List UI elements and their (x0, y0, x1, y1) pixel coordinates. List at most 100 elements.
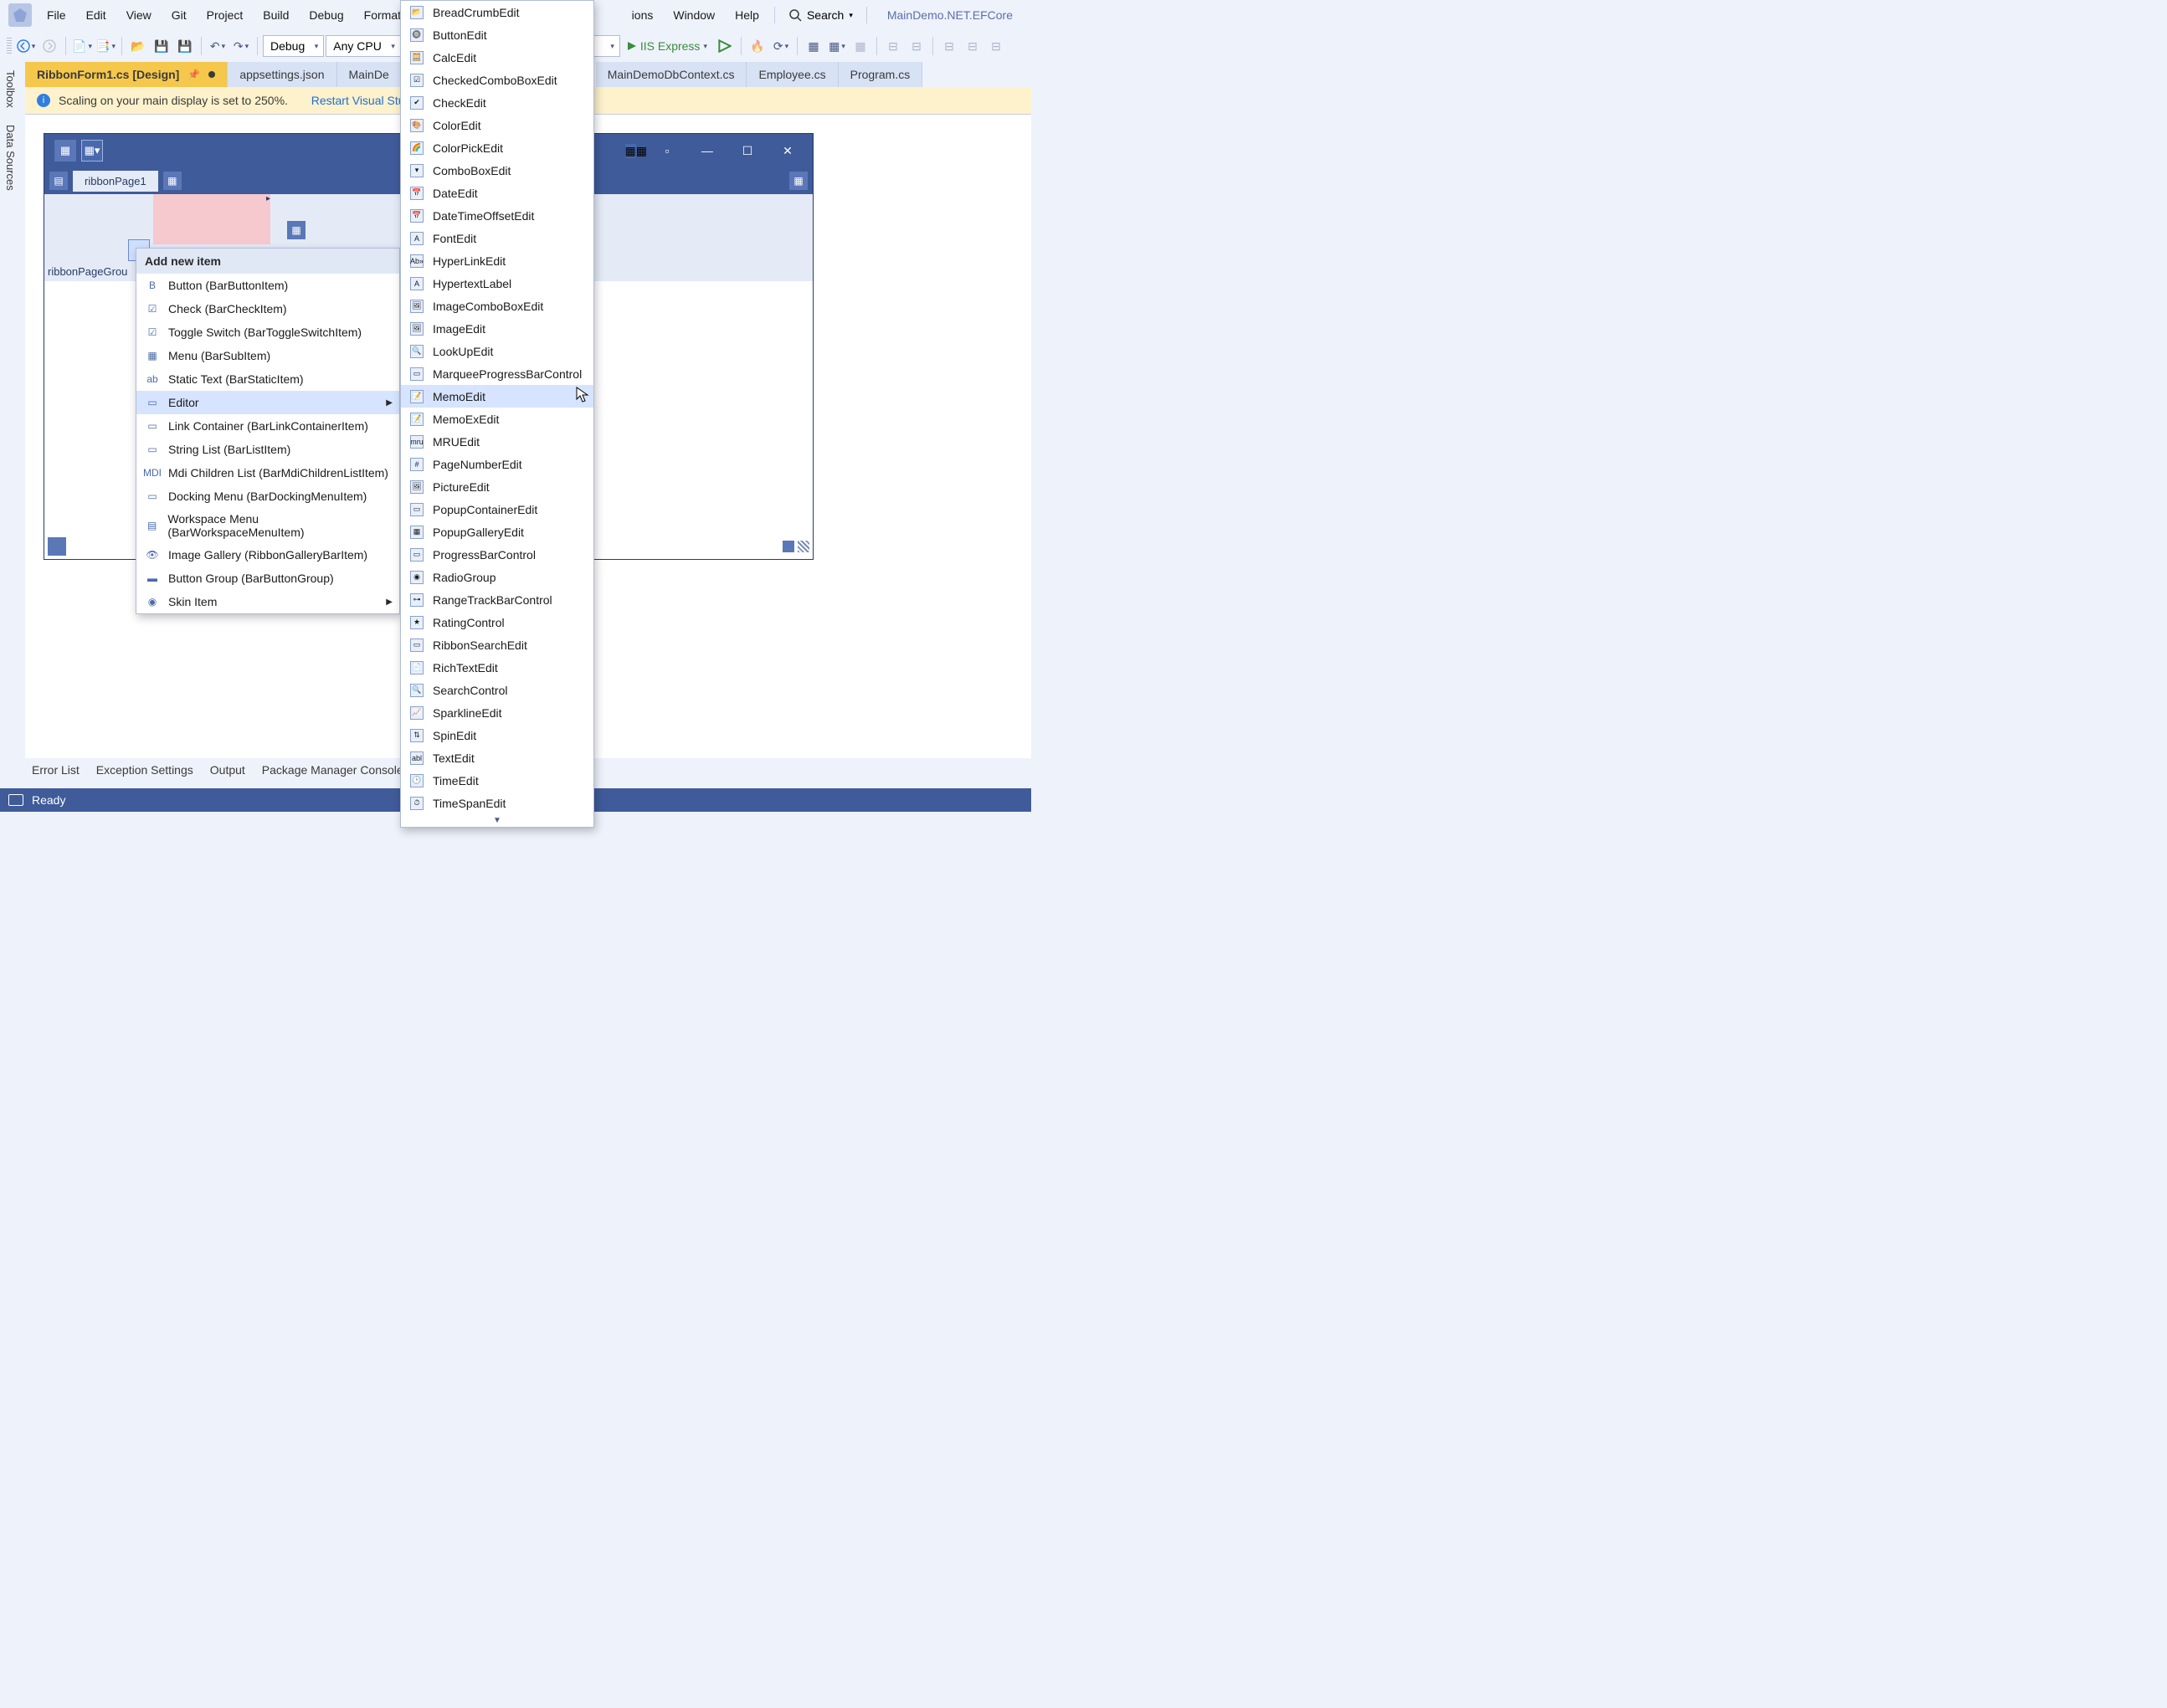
editor-item-fontedit[interactable]: AFontEdit (401, 227, 593, 249)
editor-item-pictureedit[interactable]: 🖼PictureEdit (401, 475, 593, 498)
ctx-item-link[interactable]: ▭Link Container (BarLinkContainerItem) (136, 414, 399, 438)
tab-exception-settings[interactable]: Exception Settings (96, 763, 193, 777)
editor-item-pagenumberedit[interactable]: #PageNumberEdit (401, 453, 593, 475)
editor-item-radiogroup[interactable]: ◉RadioGroup (401, 566, 593, 588)
ribbon-corner-icon[interactable]: ▦ (789, 172, 808, 190)
refresh-button[interactable]: ⟳ (770, 35, 792, 57)
maximize-button[interactable]: ☐ (727, 134, 768, 167)
tab-error-list[interactable]: Error List (32, 763, 80, 777)
tab-dbcontext[interactable]: MainDemoDbContext.cs (596, 62, 747, 87)
feedback-icon[interactable] (8, 794, 23, 806)
tab-appsettings[interactable]: appsettings.json (228, 62, 336, 87)
editor-item-checkedcomboboxedit[interactable]: ☑CheckedComboBoxEdit (401, 69, 593, 91)
ctx-item-static[interactable]: abStatic Text (BarStaticItem) (136, 367, 399, 391)
minimize-button[interactable]: — (687, 134, 727, 167)
editor-item-ribbonsearchedit[interactable]: ▭RibbonSearchEdit (401, 633, 593, 656)
editor-item-searchcontrol[interactable]: 🔍SearchControl (401, 679, 593, 701)
editor-item-sparklineedit[interactable]: 📈SparklineEdit (401, 701, 593, 724)
editor-item-lookupedit[interactable]: 🔍LookUpEdit (401, 340, 593, 362)
editor-item-imagecomboboxedit[interactable]: 🖼ImageComboBoxEdit (401, 295, 593, 317)
nav-fwd-button[interactable] (39, 35, 60, 57)
editor-item-datetimeoffsetedit[interactable]: 📅DateTimeOffsetEdit (401, 204, 593, 227)
add-item-button[interactable]: 📑 (95, 35, 116, 57)
menu-build[interactable]: Build (253, 3, 299, 27)
qat-add-icon[interactable]: ▦▾ (81, 140, 103, 162)
editor-item-popupgalleryedit[interactable]: ▦PopupGalleryEdit (401, 521, 593, 543)
editor-item-hyperlinkedit[interactable]: Ab»HyperLinkEdit (401, 249, 593, 272)
editor-item-checkedit[interactable]: ✔CheckEdit (401, 91, 593, 114)
qat-item-icon[interactable]: ▦ (54, 140, 76, 162)
ctx-item-editor[interactable]: ▭Editor▶ (136, 391, 399, 414)
editor-item-textedit[interactable]: ablTextEdit (401, 746, 593, 769)
editor-item-spinedit[interactable]: ⇅SpinEdit (401, 724, 593, 746)
redo-button[interactable]: ↷ (230, 35, 252, 57)
editor-item-colorpickedit[interactable]: 🌈ColorPickEdit (401, 136, 593, 159)
hot-reload-button[interactable]: 🔥 (747, 35, 768, 57)
editor-item-timespanedit[interactable]: ⏱TimeSpanEdit (401, 792, 593, 814)
align-button-5[interactable]: ⊟ (985, 35, 1007, 57)
nav-back-button[interactable] (15, 35, 37, 57)
ctx-item-button[interactable]: BButton (BarButtonItem) (136, 274, 399, 297)
ctx-item-image[interactable]: 👁Image Gallery (RibbonGalleryBarItem) (136, 543, 399, 567)
menu-help[interactable]: Help (725, 3, 769, 27)
solution-platform-combo[interactable]: Any CPU (326, 35, 401, 57)
editor-item-progressbarcontrol[interactable]: ▭ProgressBarControl (401, 543, 593, 566)
layout-button-1[interactable]: ▦ (803, 35, 824, 57)
start-nodbg-button[interactable] (714, 35, 736, 57)
ctx-item-string[interactable]: ▭String List (BarListItem) (136, 438, 399, 461)
ctx-item-button[interactable]: ▬Button Group (BarButtonGroup) (136, 567, 399, 590)
restore-button[interactable]: ▫ (647, 134, 687, 167)
run-button[interactable]: IIS Express ▾ (622, 39, 712, 53)
file-button-icon[interactable]: ▤ (49, 172, 68, 190)
tab-maindemo-clipped[interactable]: MainDe (337, 62, 402, 87)
toolbar-grip-icon[interactable] (7, 38, 12, 54)
editor-item-ratingcontrol[interactable]: ★RatingControl (401, 611, 593, 633)
tab-employee[interactable]: Employee.cs (747, 62, 838, 87)
align-button-2[interactable]: ⊟ (906, 35, 927, 57)
editor-item-richtextedit[interactable]: 📄RichTextEdit (401, 656, 593, 679)
open-folder-button[interactable]: 📂 (127, 35, 149, 57)
tab-output[interactable]: Output (210, 763, 245, 777)
menu-project[interactable]: Project (197, 3, 254, 27)
menu-debug[interactable]: Debug (299, 3, 353, 27)
menu-extensions-clipped[interactable]: ions (622, 3, 664, 27)
solution-config-combo[interactable]: Debug (263, 35, 324, 57)
add-page-icon[interactable]: ▦ (163, 172, 182, 190)
ctx-item-docking[interactable]: ▭Docking Menu (BarDockingMenuItem) (136, 485, 399, 508)
menu-file[interactable]: File (37, 3, 76, 27)
align-button-1[interactable]: ⊟ (882, 35, 904, 57)
selected-group[interactable] (153, 194, 270, 244)
ctx-item-check[interactable]: ☑Check (BarCheckItem) (136, 297, 399, 321)
menu-git[interactable]: Git (162, 3, 197, 27)
ctx-item-menu[interactable]: ▦Menu (BarSubItem) (136, 344, 399, 367)
ctx-item-toggle[interactable]: ☑Toggle Switch (BarToggleSwitchItem) (136, 321, 399, 344)
toolbox-tab[interactable]: Toolbox (0, 62, 22, 116)
editor-item-marqueeprogressbarcontrol[interactable]: ▭MarqueeProgressBarControl (401, 362, 593, 385)
editor-item-mruedit[interactable]: mruMRUEdit (401, 430, 593, 453)
ribbon-action-icon[interactable]: ▦ (625, 144, 636, 158)
editor-item-rangetrackbarcontrol[interactable]: ⊶RangeTrackBarControl (401, 588, 593, 611)
search-box[interactable]: Search ▾ (780, 8, 861, 22)
new-project-button[interactable]: 📄 (71, 35, 93, 57)
editor-item-calcedit[interactable]: 🧮CalcEdit (401, 46, 593, 69)
editor-item-comboboxedit[interactable]: ▾ComboBoxEdit (401, 159, 593, 182)
editor-item-timeedit[interactable]: 🕒TimeEdit (401, 769, 593, 792)
save-all-button[interactable]: 💾 (174, 35, 196, 57)
editor-item-coloredit[interactable]: 🎨ColorEdit (401, 114, 593, 136)
submenu-scroll-down-icon[interactable]: ▼ (401, 814, 593, 827)
menu-edit[interactable]: Edit (76, 3, 116, 27)
editor-item-popupcontaineredit[interactable]: ▭PopupContainerEdit (401, 498, 593, 521)
data-sources-tab[interactable]: Data Sources (0, 116, 22, 199)
editor-item-memoedit[interactable]: 📝MemoEdit (401, 385, 593, 408)
component-tray-icon[interactable] (48, 537, 66, 556)
editor-item-buttonedit[interactable]: 🔘ButtonEdit (401, 23, 593, 46)
menu-view[interactable]: View (116, 3, 162, 27)
tab-pmc[interactable]: Package Manager Console (262, 763, 403, 777)
tab-program[interactable]: Program.cs (839, 62, 923, 87)
ctx-item-workspace[interactable]: ▤Workspace Menu (BarWorkspaceMenuItem) (136, 508, 399, 543)
ctx-item-mdi[interactable]: MDIMdi Children List (BarMdiChildrenList… (136, 461, 399, 485)
editor-item-breadcrumbedit[interactable]: 📂BreadCrumbEdit (401, 1, 593, 23)
restart-link[interactable]: Restart Visual Studi (311, 94, 414, 107)
layout-button-3[interactable]: ▦ (850, 35, 871, 57)
menu-window[interactable]: Window (663, 3, 725, 27)
